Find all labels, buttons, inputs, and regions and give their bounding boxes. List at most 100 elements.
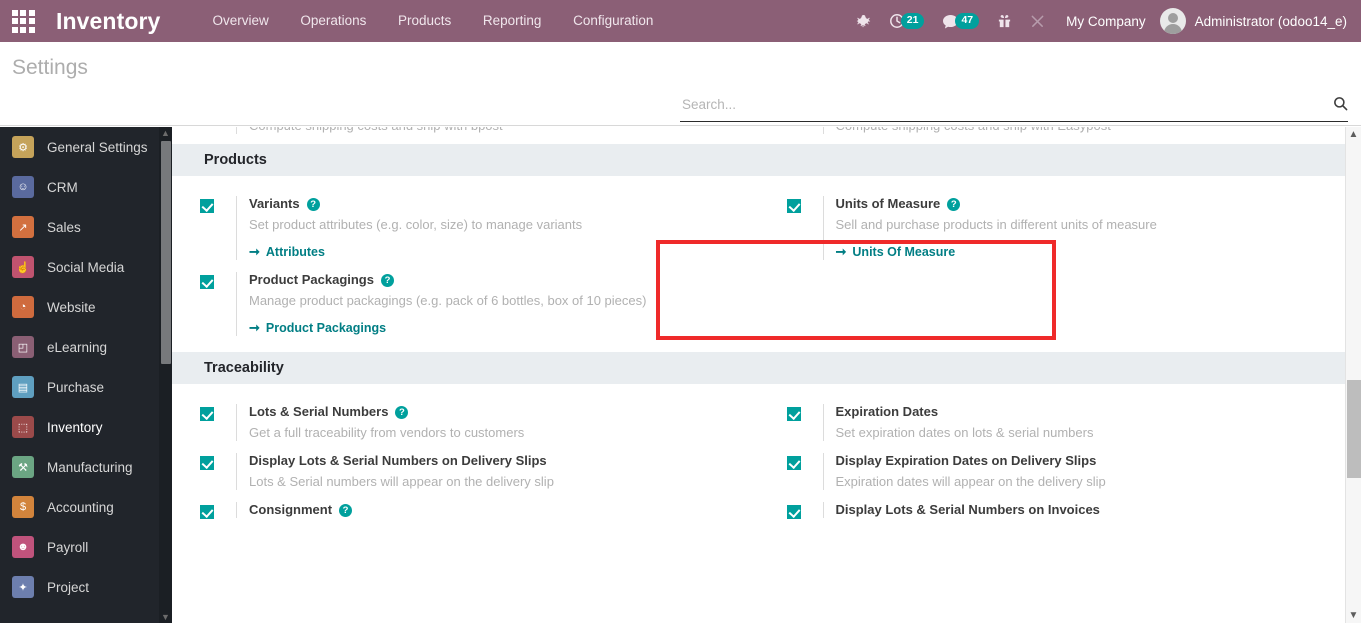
activities-count-badge: 21 — [900, 13, 925, 29]
chart-line-icon: ↗ — [12, 216, 34, 238]
setting-description: Lots & Serial numbers will appear on the… — [249, 474, 554, 489]
messages-icon[interactable]: 47 — [942, 13, 980, 29]
search-icon[interactable] — [1333, 96, 1348, 113]
page-title: Settings — [12, 56, 88, 79]
checkbox-lots-serial-numbers[interactable] — [200, 407, 214, 421]
activities-clock-icon[interactable]: 21 — [889, 13, 925, 29]
handshake-icon: ☺ — [12, 176, 34, 198]
link-product-packagings[interactable]: ➞ Product Packagings — [249, 320, 386, 336]
main-scrollbar[interactable]: ▲ ▼ — [1345, 127, 1361, 623]
checkbox-units-of-measure[interactable] — [786, 199, 801, 213]
menu-item-products[interactable]: Products — [384, 13, 465, 28]
checkbox-display-lots-on-invoices[interactable] — [786, 505, 801, 519]
setting-expiration-dates[interactable]: Expiration Dates Set expiration dates on… — [759, 398, 1346, 447]
setting-bpost-connector[interactable]: bpost Connector ? Compute shipping costs… — [172, 127, 759, 140]
control-panel: Settings SAVE DISCARD — [0, 42, 1361, 160]
apps-grid-icon[interactable] — [0, 0, 46, 42]
sidebar-item-project[interactable]: ✦ Project — [0, 567, 172, 607]
sidebar-item-elearning[interactable]: ◰ eLearning — [0, 327, 172, 367]
traceability-settings-group: Lots & Serial Numbers ? Get a full trace… — [172, 384, 1345, 525]
checkbox-display-lots-on-delivery-slips[interactable] — [200, 456, 214, 470]
sidebar-item-payroll[interactable]: ☻ Payroll — [0, 527, 172, 567]
app-brand-title[interactable]: Inventory — [56, 8, 160, 35]
help-icon[interactable]: ? — [395, 405, 409, 419]
sidebar-item-sales[interactable]: ↗ Sales — [0, 207, 172, 247]
help-icon[interactable]: ? — [380, 273, 394, 287]
sidebar-scroll-up-icon[interactable]: ▲ — [159, 127, 172, 139]
main-scroll-down-icon[interactable]: ▼ — [1346, 608, 1361, 623]
user-name-label: Administrator (odoo14_e) — [1194, 13, 1347, 29]
sidebar-item-label: Project — [47, 579, 90, 595]
setting-display-lots-on-invoices[interactable]: Display Lots & Serial Numbers on Invoice… — [759, 496, 1346, 525]
search-input[interactable] — [680, 96, 1310, 112]
setting-variants[interactable]: Variants ? Set product attributes (e.g. … — [172, 190, 759, 266]
topbar-right-group: 21 47 My Company Administrator (odoo14_e… — [847, 0, 1361, 42]
sidebar-item-website[interactable]: ◔ Website — [0, 287, 172, 327]
bug-icon[interactable] — [856, 14, 871, 29]
sidebar-item-purchase[interactable]: ▤ Purchase — [0, 367, 172, 407]
section-header-products: Products — [172, 144, 1345, 176]
setting-consignment[interactable]: Consignment ? — [172, 496, 759, 525]
help-icon[interactable]: ? — [947, 197, 961, 211]
sidebar-scroll-down-icon[interactable]: ▼ — [159, 611, 172, 623]
main-scrollbar-thumb[interactable] — [1347, 380, 1361, 478]
help-icon[interactable]: ? — [339, 503, 353, 517]
menu-item-reporting[interactable]: Reporting — [469, 13, 556, 28]
setting-title: Consignment ? — [249, 502, 759, 518]
receipt-icon: ▤ — [12, 376, 34, 398]
developer-tools-icon[interactable] — [1030, 14, 1045, 29]
sidebar-item-label: eLearning — [47, 339, 108, 355]
menu-item-overview[interactable]: Overview — [198, 13, 282, 28]
wrench-icon: ⚒ — [12, 456, 34, 478]
sidebar-item-label: Sales — [47, 219, 81, 235]
sidebar-item-social-media[interactable]: ☝ Social Media — [0, 247, 172, 287]
settings-sidebar: ⚙ General Settings ☺ CRM ↗ Sales ☝ Social Media… — [0, 127, 172, 623]
link-attributes[interactable]: ➞ Attributes — [249, 244, 325, 260]
sidebar-item-label: Website — [47, 299, 96, 315]
sidebar-item-manufacturing[interactable]: ⚒ Manufacturing — [0, 447, 172, 487]
menu-item-operations[interactable]: Operations — [286, 13, 380, 28]
products-settings-group: Variants ? Set product attributes (e.g. … — [172, 176, 1345, 352]
sidebar-scrollbar-thumb[interactable] — [161, 141, 171, 364]
sidebar-scrollbar[interactable]: ▲ ▼ — [159, 127, 172, 623]
messages-count-badge: 47 — [955, 13, 980, 29]
sidebar-item-accounting[interactable]: $ Accounting — [0, 487, 172, 527]
setting-description: Compute shipping costs and ship with bpo… — [249, 127, 759, 134]
arrow-right-icon: ➞ — [249, 320, 260, 335]
setting-description: Manage product packagings (e.g. pack of … — [249, 293, 647, 308]
setting-product-packagings[interactable]: Product Packagings ? Manage product pack… — [172, 266, 759, 342]
sidebar-item-list: ⚙ General Settings ☺ CRM ↗ Sales ☝ Social Media… — [0, 127, 172, 607]
checkbox-variants[interactable] — [200, 199, 214, 213]
sidebar-item-label: CRM — [47, 179, 78, 195]
section-header-traceability: Traceability — [172, 352, 1345, 384]
checkbox-product-packagings[interactable] — [200, 275, 214, 289]
gift-icon[interactable] — [997, 14, 1012, 29]
company-selector[interactable]: My Company — [1066, 14, 1146, 29]
main-menu: Overview Operations Products Reporting C… — [198, 0, 667, 42]
sidebar-item-label: Social Media — [47, 259, 125, 275]
search-bar[interactable] — [680, 96, 1348, 122]
thumbs-up-icon: ☝ — [12, 256, 34, 278]
user-card-icon: ☻ — [12, 536, 34, 558]
help-icon[interactable]: ? — [306, 197, 320, 211]
setting-display-expiration-on-delivery-slips[interactable]: Display Expiration Dates on Delivery Sli… — [759, 447, 1346, 496]
sidebar-item-general-settings[interactable]: ⚙ General Settings — [0, 127, 172, 167]
checkbox-display-expiration-on-delivery-slips[interactable] — [786, 456, 801, 470]
menu-item-configuration[interactable]: Configuration — [559, 13, 667, 28]
main-scroll-up-icon[interactable]: ▲ — [1346, 127, 1361, 142]
sidebar-item-label: Payroll — [47, 539, 89, 555]
checkbox-expiration-dates[interactable] — [786, 407, 801, 421]
sidebar-item-inventory[interactable]: ⬚ Inventory — [0, 407, 172, 447]
setting-display-lots-on-delivery-slips[interactable]: Display Lots & Serial Numbers on Deliver… — [172, 447, 759, 496]
sidebar-item-crm[interactable]: ☺ CRM — [0, 167, 172, 207]
setting-lots-serial-numbers[interactable]: Lots & Serial Numbers ? Get a full trace… — [172, 398, 759, 447]
setting-title: Display Lots & Serial Numbers on Invoice… — [835, 502, 1100, 517]
setting-easypost-connector[interactable]: Easypost Connector ? Compute shipping co… — [759, 127, 1346, 140]
invoice-dollar-icon: $ — [12, 496, 34, 518]
link-units-of-measure[interactable]: ➞ Units Of Measure — [836, 244, 956, 260]
user-menu[interactable]: Administrator (odoo14_e) — [1159, 8, 1347, 34]
setting-description: Compute shipping costs and ship with Eas… — [836, 127, 1346, 134]
setting-description: Set expiration dates on lots & serial nu… — [835, 425, 1094, 440]
setting-units-of-measure[interactable]: Units of Measure ? Sell and purchase pro… — [759, 190, 1346, 266]
checkbox-consignment[interactable] — [200, 505, 214, 519]
